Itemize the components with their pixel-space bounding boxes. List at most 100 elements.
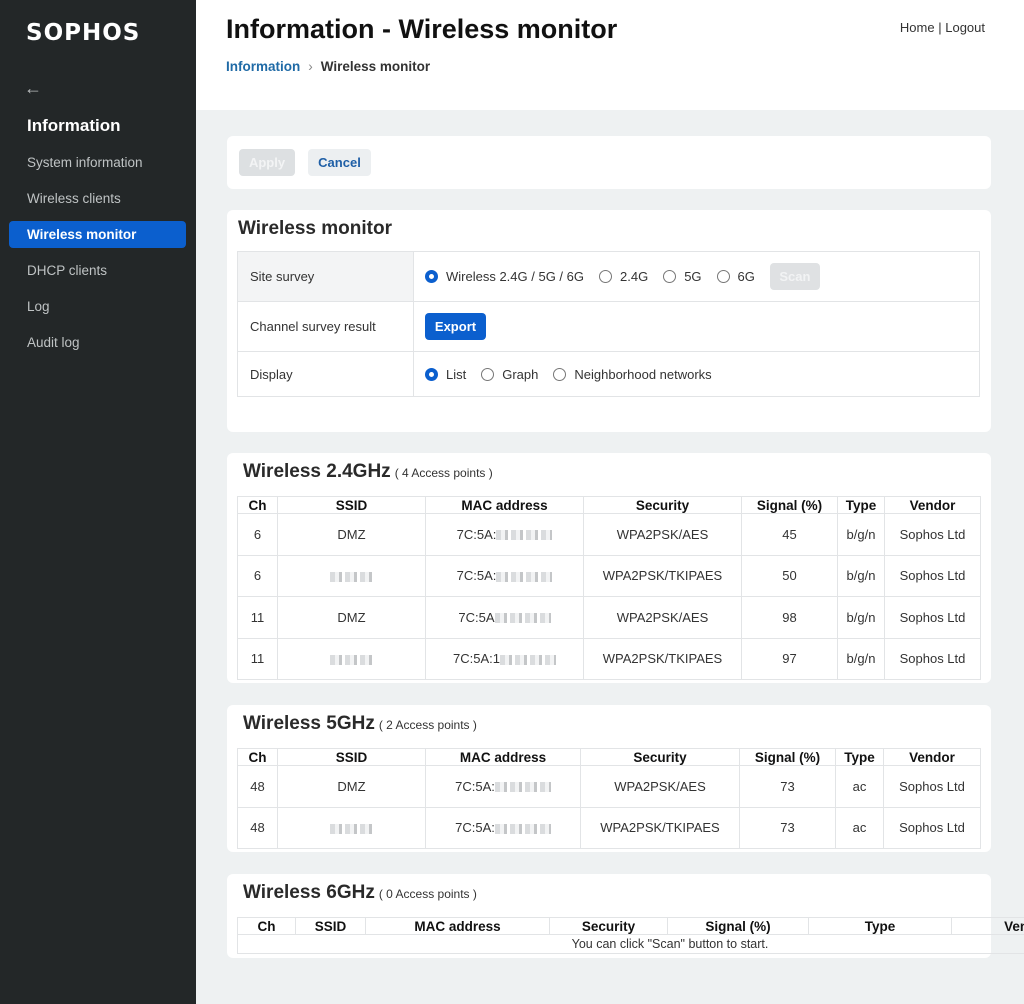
apply-button[interactable]: Apply xyxy=(239,149,295,176)
radio-display-graph[interactable]: Graph xyxy=(481,367,538,382)
cell-vendor: Sophos Ltd xyxy=(883,806,981,849)
column-header-vendor[interactable]: Vendor xyxy=(884,496,981,514)
table-header-row: Ch SSID MAC address Security Signal (%) Type V… xyxy=(237,917,1024,935)
column-header-mac[interactable]: MAC address xyxy=(365,917,550,935)
band-title: Wireless 6GHz( 0 Access points ) xyxy=(243,882,477,904)
panel-title: Wireless monitor xyxy=(238,218,392,239)
empty-message: You can click "Scan" button to start. xyxy=(237,934,1024,954)
column-header-vendor[interactable]: Vendor xyxy=(883,748,981,766)
column-header-security[interactable]: Security xyxy=(580,748,740,766)
column-header-mac[interactable]: MAC address xyxy=(425,748,581,766)
column-header-security[interactable]: Security xyxy=(583,496,742,514)
table-row[interactable]: 48 DMZ 7C:5A: WPA2PSK/AES 73 ac Sophos Ltd xyxy=(237,765,981,808)
settings-table: Site survey Wireless 2.4G / 5G / 6G 2.4G… xyxy=(237,251,980,397)
redacted-mac xyxy=(496,571,553,582)
column-header-type[interactable]: Type xyxy=(835,748,884,766)
column-header-type[interactable]: Type xyxy=(808,917,952,935)
table-row[interactable]: 6 DMZ 7C:5A: WPA2PSK/AES 45 b/g/n Sophos Ltd xyxy=(237,513,981,556)
radio-band-5g[interactable]: 5G xyxy=(663,269,702,284)
redacted-mac xyxy=(496,530,553,541)
cell-vendor: Sophos Ltd xyxy=(884,637,981,680)
cell-type: b/g/n xyxy=(837,637,885,680)
table-row[interactable]: 6 7C:5A: WPA2PSK/TKIPAES 50 b/g/n Sophos Ltd xyxy=(237,554,981,597)
scan-button[interactable]: Scan xyxy=(769,263,820,290)
redacted-mac xyxy=(494,823,551,834)
cell-vendor: Sophos Ltd xyxy=(883,765,981,808)
column-header-ch[interactable]: Ch xyxy=(237,917,296,935)
cell-mac: 7C:5A xyxy=(425,596,584,639)
logout-link[interactable]: Logout xyxy=(945,20,985,35)
radio-label: 5G xyxy=(684,269,702,284)
radio-display-list[interactable]: List xyxy=(425,367,466,382)
sidebar-item-system-information[interactable]: System information xyxy=(9,149,186,176)
column-header-vendor[interactable]: Vendor xyxy=(951,917,1024,935)
cancel-button[interactable]: Cancel xyxy=(308,149,371,176)
cell-ch: 11 xyxy=(237,596,278,639)
cell-security: WPA2PSK/AES xyxy=(583,513,742,556)
access-point-table: Ch SSID MAC address Security Signal (%) Type V… xyxy=(237,917,1024,954)
back-arrow-icon[interactable]: ← xyxy=(24,78,42,99)
home-link[interactable]: Home xyxy=(900,20,935,35)
cell-vendor: Sophos Ltd xyxy=(884,554,981,597)
sidebar-item-log[interactable]: Log xyxy=(9,293,186,320)
access-point-count: ( 4 Access points ) xyxy=(394,466,493,480)
cell-mac: 7C:5A: xyxy=(425,513,584,556)
page-title: Information - Wireless monitor xyxy=(226,14,618,44)
radio-unchecked-icon xyxy=(599,270,612,283)
column-header-ssid[interactable]: SSID xyxy=(295,917,366,935)
display-label: Display xyxy=(237,351,414,397)
cell-ch: 48 xyxy=(237,806,278,849)
column-header-ch[interactable]: Ch xyxy=(237,748,278,766)
band-title: Wireless 5GHz( 2 Access points ) xyxy=(243,713,477,735)
column-header-ssid[interactable]: SSID xyxy=(277,748,426,766)
column-header-mac[interactable]: MAC address xyxy=(425,496,584,514)
radio-unchecked-icon xyxy=(663,270,677,283)
table-row[interactable]: 48 7C:5A: WPA2PSK/TKIPAES 73 ac Sophos Ltd xyxy=(237,806,981,849)
radio-band-6g[interactable]: 6G xyxy=(716,269,755,284)
column-header-signal[interactable]: Signal (%) xyxy=(741,496,838,514)
cell-security: WPA2PSK/AES xyxy=(580,765,740,808)
channel-survey-label: Channel survey result xyxy=(237,301,414,352)
breadcrumb: Information › Wireless monitor xyxy=(226,59,430,74)
cell-mac: 7C:5A:1 xyxy=(425,637,584,680)
column-header-ch[interactable]: Ch xyxy=(237,496,278,514)
cell-signal: 45 xyxy=(741,513,838,556)
band-name: Wireless 2.4GHz xyxy=(243,461,391,482)
sophos-logo: SOPHOS xyxy=(26,20,141,46)
sidebar-item-wireless-clients[interactable]: Wireless clients xyxy=(9,185,186,212)
breadcrumb-information[interactable]: Information xyxy=(226,59,300,74)
cell-ch: 11 xyxy=(237,637,278,680)
sidebar-menu: System information Wireless clients Wire… xyxy=(9,149,186,365)
sidebar-item-audit-log[interactable]: Audit log xyxy=(9,329,186,356)
radio-display-neighborhood[interactable]: Neighborhood networks xyxy=(553,367,712,382)
cell-ch: 48 xyxy=(237,765,278,808)
column-header-signal[interactable]: Signal (%) xyxy=(739,748,836,766)
empty-row: You can click "Scan" button to start. xyxy=(237,934,1024,954)
redacted-mac xyxy=(494,782,551,793)
cell-ssid: DMZ xyxy=(277,765,426,808)
top-links: Home | Logout xyxy=(900,20,985,35)
cell-ch: 6 xyxy=(237,554,278,597)
column-header-type[interactable]: Type xyxy=(837,496,885,514)
column-header-signal[interactable]: Signal (%) xyxy=(667,917,809,935)
access-point-table: Ch SSID MAC address Security Signal (%) Type V… xyxy=(237,496,981,680)
sidebar-item-dhcp-clients[interactable]: DHCP clients xyxy=(9,257,186,284)
sidebar-item-wireless-monitor[interactable]: Wireless monitor xyxy=(9,221,186,248)
export-button[interactable]: Export xyxy=(425,313,486,340)
table-row[interactable]: 11 7C:5A:1 WPA2PSK/TKIPAES 97 b/g/n Sophos Lt… xyxy=(237,637,981,680)
column-header-ssid[interactable]: SSID xyxy=(277,496,426,514)
mac-prefix: 7C:5A: xyxy=(455,778,495,794)
radio-label: List xyxy=(446,366,467,382)
column-header-security[interactable]: Security xyxy=(549,917,668,935)
radio-band-all[interactable]: Wireless 2.4G / 5G / 6G xyxy=(425,269,584,284)
radio-band-2-4g[interactable]: 2.4G xyxy=(599,269,648,284)
cell-type: ac xyxy=(835,806,884,849)
table-row[interactable]: 11 DMZ 7C:5A WPA2PSK/AES 98 b/g/n Sophos Ltd xyxy=(237,596,981,639)
site-survey-label: Site survey xyxy=(237,251,414,302)
cell-ssid xyxy=(277,637,426,680)
display-row: Display List Graph Neighborhood networks xyxy=(237,351,980,397)
sidebar: SOPHOS ← Information System information … xyxy=(0,0,196,1004)
action-bar: Apply Cancel xyxy=(227,136,991,189)
cell-security: WPA2PSK/TKIPAES xyxy=(583,637,742,680)
sidebar-section-title: Information xyxy=(27,116,121,135)
